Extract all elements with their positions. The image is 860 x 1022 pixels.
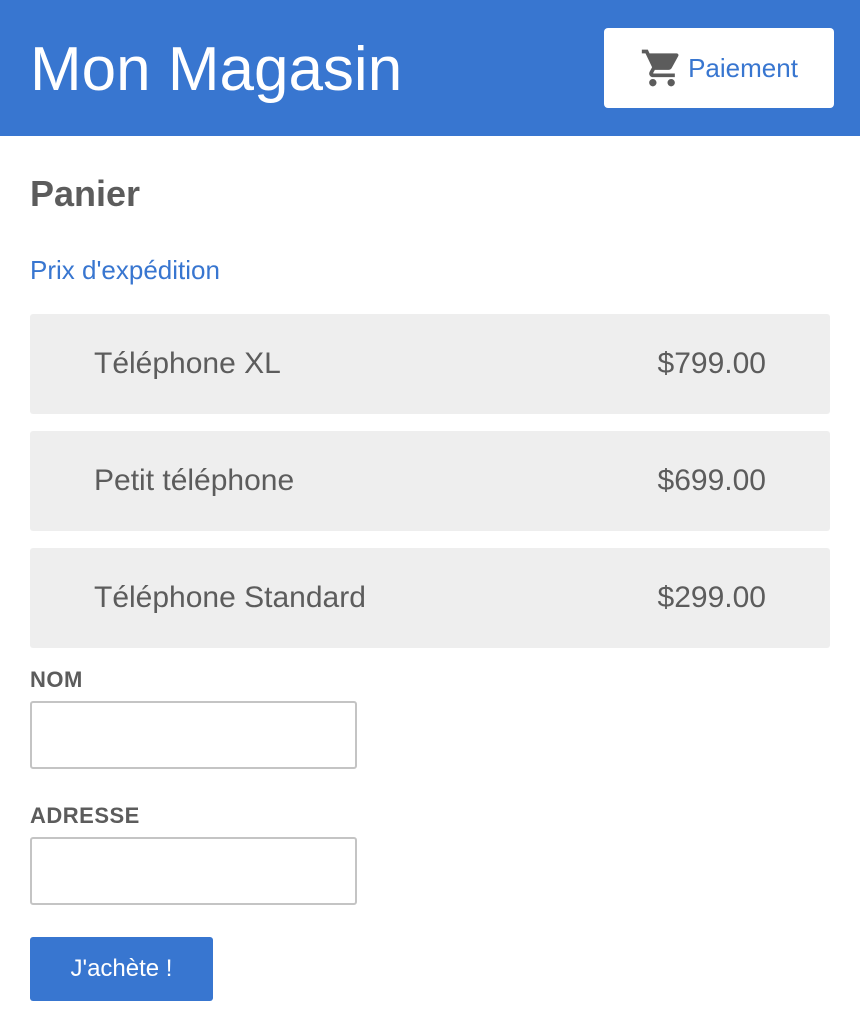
cart-item-name: Téléphone XL [94,347,281,380]
address-input[interactable] [30,837,357,905]
shopping-cart-icon [641,49,679,87]
cart-item-price: $699.00 [657,464,766,497]
name-input[interactable] [30,701,357,769]
cart-heading: Panier [30,173,141,214]
cart-item-name: Petit téléphone [94,464,295,497]
checkout-button[interactable]: Paiement [604,28,834,108]
cart-item: Téléphone XL $799.00 [30,314,830,414]
top-bar: Mon Magasin Paiement [0,0,860,136]
shipping-prices-link[interactable]: Prix d'expédition [30,253,220,287]
name-field-label: NOM [30,667,83,692]
store-title-link[interactable]: Mon Magasin [30,30,402,110]
purchase-button[interactable]: J'achète ! [30,937,213,1001]
address-field-label: ADRESSE [30,803,140,828]
checkout-label: Paiement [688,52,798,83]
cart-item-price: $299.00 [657,581,766,614]
cart-item: Téléphone Standard $299.00 [30,548,830,648]
cart-item-price: $799.00 [657,347,766,380]
cart-item: Petit téléphone $699.00 [30,431,830,531]
cart-item-name: Téléphone Standard [94,581,366,614]
